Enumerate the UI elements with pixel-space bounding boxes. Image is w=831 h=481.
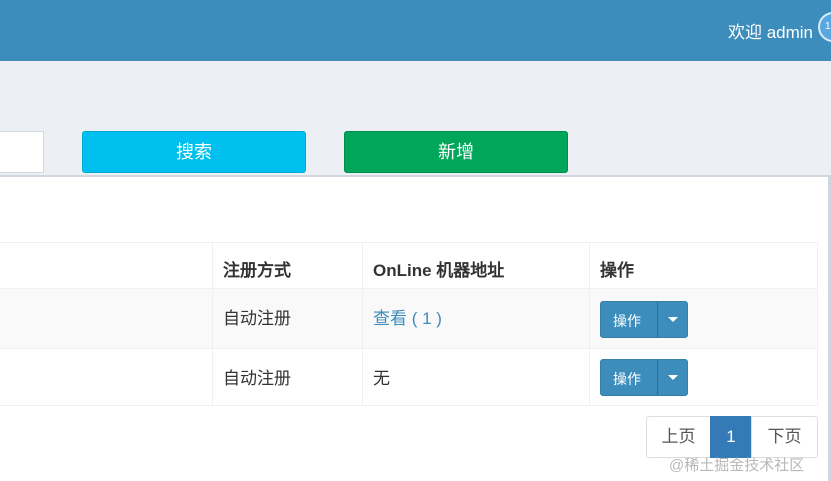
- action-label[interactable]: 操作: [613, 311, 641, 331]
- register-type: 自动注册: [223, 309, 291, 328]
- view-address-link[interactable]: 查看 ( 1 ): [373, 304, 442, 329]
- welcome-text[interactable]: 欢迎 admin: [728, 18, 813, 43]
- register-type: 自动注册: [223, 369, 291, 388]
- table-header-row: 注册方式 OnLine 机器地址 操作: [0, 242, 818, 288]
- table-panel: 注册方式 OnLine 机器地址 操作 自动注册 查看 ( 1 ) 操作 自动注…: [0, 175, 831, 481]
- address-value: 无: [373, 369, 390, 388]
- caret-down-icon[interactable]: [668, 375, 678, 380]
- table-row: 自动注册 查看 ( 1 ) 操作: [0, 288, 818, 348]
- table-row: 自动注册 无 操作: [0, 348, 818, 406]
- action-label[interactable]: 操作: [613, 369, 641, 389]
- watermark-text: @稀土掘金技术社区: [669, 457, 805, 474]
- action-dropdown-button[interactable]: 操作: [600, 301, 688, 338]
- search-button[interactable]: 搜索: [82, 131, 306, 173]
- current-page-button[interactable]: 1: [710, 416, 752, 458]
- column-header-action: 操作: [600, 261, 634, 280]
- prev-page-button[interactable]: 上页: [646, 416, 711, 458]
- user-avatar[interactable]: 1: [818, 12, 831, 42]
- top-navbar: 欢迎 admin 1: [0, 0, 831, 61]
- caret-down-icon[interactable]: [668, 317, 678, 322]
- column-header-register: 注册方式: [223, 261, 291, 280]
- column-header-address: OnLine 机器地址: [373, 261, 505, 280]
- search-input[interactable]: [0, 131, 44, 173]
- add-button[interactable]: 新增: [344, 131, 568, 173]
- next-page-button[interactable]: 下页: [751, 416, 818, 458]
- action-dropdown-button[interactable]: 操作: [600, 359, 688, 396]
